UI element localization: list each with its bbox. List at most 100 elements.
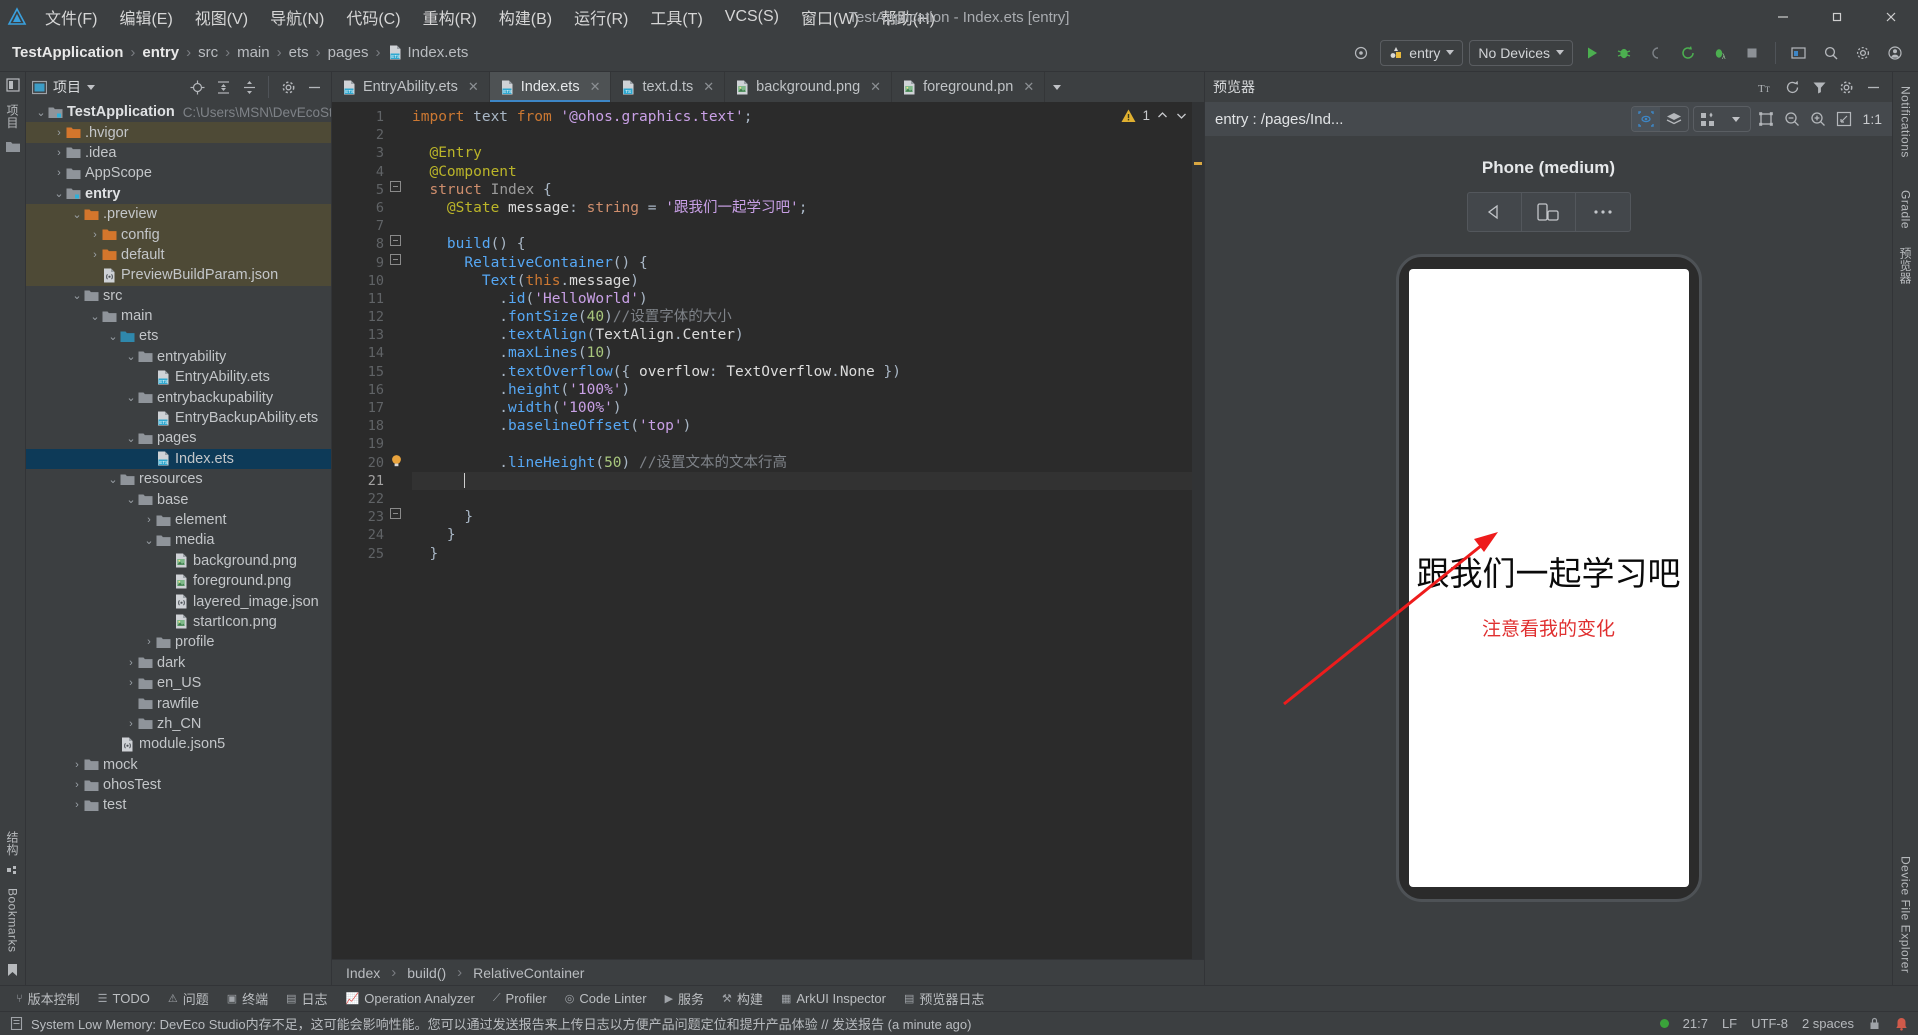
prev-problem-icon[interactable]: [1156, 109, 1169, 122]
tree-node-zh_CN[interactable]: › zh_CN: [26, 714, 331, 734]
menu-code[interactable]: 代码(C): [335, 1, 411, 33]
chevron-down-icon[interactable]: [1722, 107, 1750, 131]
breadcrumb-item[interactable]: src: [196, 44, 220, 61]
bookmark-icon[interactable]: [7, 963, 18, 977]
tree-node-src[interactable]: ⌄ src: [26, 286, 331, 306]
tree-node-.idea[interactable]: › .idea: [26, 143, 331, 163]
status-message[interactable]: System Low Memory: DevEco Studio内存不足，这可能…: [31, 1014, 971, 1033]
chevron-right-icon[interactable]: ›: [124, 677, 138, 689]
fold-toggle-icon[interactable]: [390, 180, 412, 199]
breadcrumb-item[interactable]: entry: [140, 44, 181, 61]
tree-node-rawfile[interactable]: rawfile: [26, 693, 331, 713]
tree-node-background.png[interactable]: background.png: [26, 551, 331, 571]
tool-window-CodeLinter[interactable]: ◎ Code Linter: [557, 989, 655, 1008]
project-rail-icon[interactable]: [5, 78, 20, 92]
rail-label-device-file-explorer[interactable]: Device File Explorer: [1899, 852, 1913, 977]
debug-icon[interactable]: [1611, 40, 1637, 66]
tree-node-test[interactable]: › test: [26, 795, 331, 815]
tree-node-pages[interactable]: ⌄ pages: [26, 428, 331, 448]
tree-node-EntryAbility.ets[interactable]: ETS EntryAbility.ets: [26, 367, 331, 387]
memory-indicator[interactable]: [1659, 1019, 1669, 1028]
fit-icon[interactable]: [1833, 108, 1855, 130]
code-line[interactable]: struct Index {: [412, 181, 1204, 199]
chevron-down-icon[interactable]: ⌄: [124, 432, 138, 445]
tree-node-EntryBackupAbility.ets[interactable]: ETS EntryBackupAbility.ets: [26, 408, 331, 428]
tool-window-[interactable]: ⚒ 构建: [714, 987, 771, 1010]
tree-node-foreground.png[interactable]: foreground.png: [26, 571, 331, 591]
code-line[interactable]: }: [412, 545, 1204, 563]
tree-node-entrybackupability[interactable]: ⌄ entrybackupability: [26, 387, 331, 407]
tree-node-media[interactable]: ⌄ media: [26, 530, 331, 550]
rail-label-gradle[interactable]: Gradle: [1899, 186, 1913, 233]
tree-node-main[interactable]: ⌄ main: [26, 306, 331, 326]
menu-run[interactable]: 运行(R): [563, 1, 639, 33]
rail-label-structure[interactable]: 结构: [4, 827, 21, 860]
tabs-overflow-icon[interactable]: [1045, 72, 1069, 102]
project-tree[interactable]: ⌄ TestApplication C:\Users\MSN\DevEcoStu ›.…: [26, 102, 331, 985]
more-icon[interactable]: [1576, 193, 1630, 231]
editor-viewport[interactable]: 1 2 3 4 5 6 7 8 9 10 11 12 13 14 15 16 17 18 19 20 21 22 23 24 2…: [332, 102, 1204, 959]
code-line[interactable]: [412, 217, 1204, 235]
tree-node-config[interactable]: › config: [26, 224, 331, 245]
chevron-down-icon[interactable]: [87, 84, 95, 90]
editor-tab-background.png[interactable]: background.png ✕: [725, 72, 893, 102]
close-icon[interactable]: ✕: [703, 79, 714, 95]
font-size-icon[interactable]: TT: [1754, 76, 1776, 98]
code-line[interactable]: [412, 471, 1204, 490]
close-button[interactable]: [1864, 0, 1918, 34]
maximize-button[interactable]: [1810, 0, 1864, 34]
menu-build[interactable]: 构建(B): [488, 1, 563, 33]
collapse-all-icon[interactable]: [238, 76, 260, 98]
chevron-right-icon[interactable]: ›: [70, 759, 84, 771]
indent-setting[interactable]: 2 spaces: [1802, 1016, 1854, 1031]
tree-node-TestApplication[interactable]: ⌄ TestApplication C:\Users\MSN\DevEcoStu: [26, 102, 331, 122]
code-line[interactable]: [412, 126, 1204, 144]
rail-label-previewer[interactable]: 预览器: [1897, 243, 1914, 289]
close-icon[interactable]: ✕: [468, 79, 479, 95]
chevron-down-icon[interactable]: ⌄: [88, 310, 102, 323]
code-line[interactable]: .baselineOffset('top'): [412, 417, 1204, 435]
chevron-right-icon[interactable]: ›: [88, 249, 102, 261]
rail-label-bookmarks[interactable]: Bookmarks: [6, 884, 20, 957]
tree-node-entryability[interactable]: ⌄ entryability: [26, 347, 331, 367]
device-screen[interactable]: 跟我们一起学习吧 注意看我的变化: [1408, 269, 1689, 887]
hide-panel-icon[interactable]: [1862, 76, 1884, 98]
zoom-level-label[interactable]: 1:1: [1859, 111, 1882, 127]
chevron-right-icon[interactable]: ›: [52, 167, 66, 179]
tree-node-AppScope[interactable]: › AppScope: [26, 163, 331, 183]
chevron-right-icon[interactable]: ›: [124, 657, 138, 669]
menu-file[interactable]: 文件(F): [34, 1, 108, 33]
grid-icon[interactable]: [1694, 107, 1722, 131]
code-line[interactable]: .id('HelloWorld'): [412, 290, 1204, 308]
menu-edit[interactable]: 编辑(E): [108, 1, 183, 33]
tree-node-base[interactable]: ⌄ base: [26, 489, 331, 509]
menu-help[interactable]: 帮助(H): [870, 1, 946, 33]
stop-icon[interactable]: [1739, 40, 1765, 66]
tool-window-TODO[interactable]: ☰ TODO: [90, 989, 158, 1008]
tool-window-[interactable]: ▤ 日志: [278, 987, 335, 1010]
minimize-button[interactable]: [1756, 0, 1810, 34]
tree-node-.preview[interactable]: ⌄ .preview: [26, 203, 331, 225]
inspection-widget[interactable]: 1: [1121, 108, 1188, 123]
zoom-in-icon[interactable]: [1807, 108, 1829, 130]
tree-node-resources[interactable]: ⌄ resources: [26, 469, 331, 489]
structure-rail-icon[interactable]: [6, 866, 20, 878]
tree-node-ohosTest[interactable]: › ohosTest: [26, 775, 331, 795]
editor-tab-foreground.pn[interactable]: foreground.pn ✕: [892, 72, 1046, 102]
code-line[interactable]: RelativeContainer() {: [412, 254, 1204, 272]
fold-toggle-icon[interactable]: [390, 508, 412, 526]
account-icon[interactable]: [1882, 40, 1908, 66]
tool-window-[interactable]: ▤ 预览器日志: [896, 987, 992, 1010]
code-line[interactable]: @Component: [412, 163, 1204, 181]
attach-icon[interactable]: [1643, 40, 1669, 66]
code-line[interactable]: @State message: string = '跟我们一起学习吧';: [412, 199, 1204, 217]
code-line[interactable]: .textOverflow({ overflow: TextOverflow.N…: [412, 363, 1204, 381]
breadcrumb-file[interactable]: ETS Index.ets: [386, 44, 471, 61]
warning-marker[interactable]: [1194, 162, 1202, 165]
fold-toggle-icon[interactable]: [390, 253, 412, 272]
tool-window-Profiler[interactable]: ⟋ Profiler: [485, 989, 555, 1008]
chevron-right-icon[interactable]: ›: [142, 514, 156, 526]
target-icon[interactable]: [1348, 40, 1374, 66]
chevron-down-icon[interactable]: ⌄: [124, 350, 138, 363]
breadcrumb-item[interactable]: ets: [287, 44, 311, 61]
